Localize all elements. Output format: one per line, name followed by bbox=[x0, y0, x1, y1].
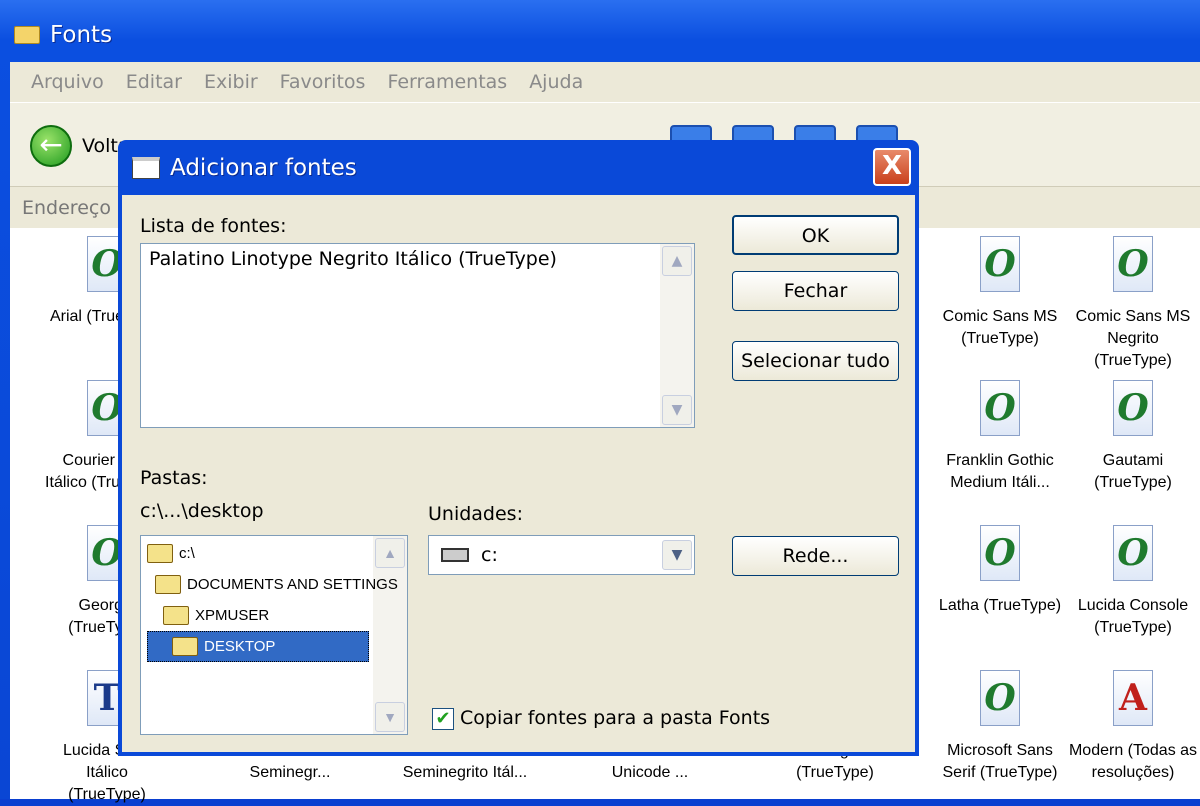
font-item[interactable]: O Gautami (TrueType) bbox=[1068, 380, 1198, 494]
ok-button[interactable]: OK bbox=[732, 215, 899, 255]
menu-bar: Arquivo Editar Exibir Favoritos Ferramen… bbox=[10, 62, 1200, 102]
font-item[interactable]: A Modern (Todas as resoluções) bbox=[1068, 670, 1198, 784]
drives-label: Unidades: bbox=[428, 503, 523, 525]
checkmark-icon[interactable]: ✔ bbox=[432, 707, 454, 730]
select-all-button[interactable]: Selecionar tudo bbox=[732, 341, 899, 381]
font-file-icon: O bbox=[1113, 236, 1153, 292]
add-fonts-dialog: Adicionar fontes X Lista de fontes: Pala… bbox=[118, 140, 919, 756]
font-list-item[interactable]: Palatino Linotype Negrito Itálico (TrueT… bbox=[141, 244, 694, 274]
font-file-icon: O bbox=[980, 380, 1020, 436]
font-file-icon: O bbox=[980, 525, 1020, 581]
folder-open-icon bbox=[163, 606, 189, 625]
folder-open-icon bbox=[155, 575, 181, 594]
font-file-icon: O bbox=[1113, 380, 1153, 436]
menu-arquivo[interactable]: Arquivo bbox=[20, 71, 115, 93]
folder-open-icon bbox=[172, 637, 198, 656]
font-file-icon: O bbox=[1113, 525, 1153, 581]
font-list-label: Lista de fontes: bbox=[140, 215, 287, 237]
folder-tree[interactable]: ▲ ▼ c:\ DOCUMENTS AND SETTINGS XPMUSER DE… bbox=[140, 535, 408, 735]
window-icon bbox=[132, 156, 160, 179]
scroll-down-icon[interactable]: ▼ bbox=[375, 702, 405, 732]
font-file-icon: O bbox=[980, 236, 1020, 292]
copy-fonts-checkbox[interactable]: ✔ Copiar fontes para a pasta Fonts bbox=[432, 707, 770, 730]
dialog-title-bar: Adicionar fontes bbox=[122, 140, 915, 195]
tree-item[interactable]: c:\ bbox=[147, 538, 407, 569]
scroll-up-icon[interactable]: ▲ bbox=[662, 246, 692, 276]
font-file-icon: A bbox=[1113, 670, 1153, 726]
font-item[interactable]: O Comic Sans MS (TrueType) bbox=[935, 236, 1065, 350]
menu-exibir[interactable]: Exibir bbox=[193, 71, 269, 93]
font-item[interactable]: O Franklin Gothic Medium Itáli... bbox=[935, 380, 1065, 494]
menu-editar[interactable]: Editar bbox=[115, 71, 193, 93]
tree-item[interactable]: XPMUSER bbox=[147, 600, 407, 631]
font-list[interactable]: Palatino Linotype Negrito Itálico (TrueT… bbox=[140, 243, 695, 428]
menu-favoritos[interactable]: Favoritos bbox=[269, 71, 377, 93]
current-path: c:\...\desktop bbox=[140, 500, 264, 522]
tree-item[interactable]: DOCUMENTS AND SETTINGS bbox=[147, 569, 407, 600]
font-item[interactable]: O Lucida Console (TrueType) bbox=[1068, 525, 1198, 639]
drive-select[interactable]: c: ▼ bbox=[428, 535, 695, 575]
menu-ferramentas[interactable]: Ferramentas bbox=[376, 71, 518, 93]
chevron-down-icon[interactable]: ▼ bbox=[662, 540, 692, 570]
window-title: Fonts bbox=[14, 22, 112, 48]
network-button[interactable]: Rede... bbox=[732, 536, 899, 576]
close-icon[interactable]: X bbox=[873, 148, 911, 186]
folder-open-icon bbox=[147, 544, 173, 563]
font-item[interactable]: O Latha (TrueType) bbox=[935, 525, 1065, 617]
back-arrow-icon[interactable]: ← bbox=[30, 125, 72, 167]
font-item[interactable]: O Microsoft Sans Serif (TrueType) bbox=[935, 670, 1065, 784]
font-file-icon: O bbox=[980, 670, 1020, 726]
tree-item-selected[interactable]: DESKTOP bbox=[147, 631, 369, 662]
drive-icon bbox=[441, 548, 469, 562]
font-item[interactable]: O Comic Sans MS Negrito (TrueType) bbox=[1068, 236, 1198, 372]
scroll-down-icon[interactable]: ▼ bbox=[662, 395, 692, 425]
folder-icon bbox=[14, 26, 40, 44]
close-button[interactable]: Fechar bbox=[732, 271, 899, 311]
scrollbar[interactable]: ▲ ▼ bbox=[660, 244, 694, 427]
menu-ajuda[interactable]: Ajuda bbox=[518, 71, 594, 93]
folders-label: Pastas: bbox=[140, 467, 208, 489]
